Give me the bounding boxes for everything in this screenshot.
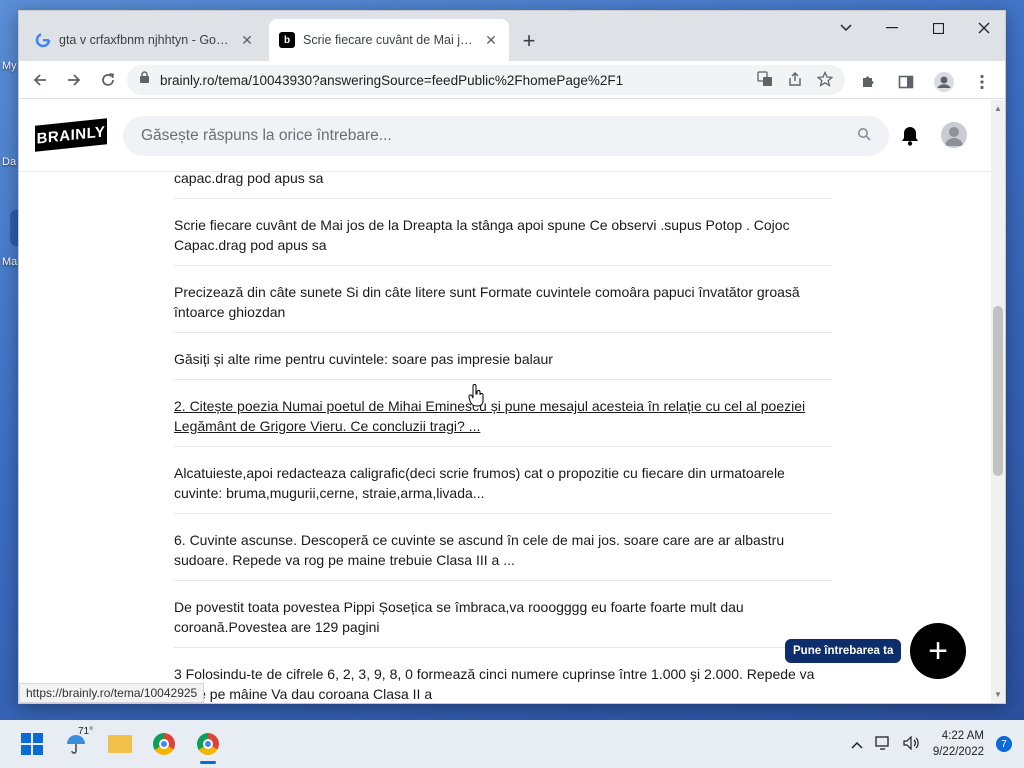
side-panel-icon[interactable] (889, 65, 923, 99)
tab-search-chevron-icon[interactable] (823, 15, 869, 41)
search-icon[interactable] (857, 127, 871, 146)
close-window-button[interactable] (961, 15, 1005, 41)
ask-question-label[interactable]: Pune întrebarea ta (785, 639, 902, 663)
desktop-icon-label-ma[interactable]: Ma (2, 256, 17, 268)
browser-toolbar: brainly.ro/tema/10043930?answeringSource… (19, 61, 1005, 99)
scroll-up-arrow-icon[interactable]: ▲ (994, 104, 1002, 113)
brainly-logo[interactable]: BRAINLY (35, 118, 107, 152)
volume-icon[interactable] (903, 735, 921, 753)
desktop-icon-label-my[interactable]: My (2, 60, 17, 72)
chrome-app-icon[interactable] (148, 728, 180, 760)
google-g-icon (35, 32, 51, 48)
clock[interactable]: 4:22 AM 9/22/2022 (933, 728, 984, 760)
brainly-header: BRAINLY (19, 100, 991, 172)
share-icon[interactable] (787, 71, 803, 90)
active-app-indicator (200, 761, 216, 764)
tab-brainly[interactable]: b Scrie fiecare cuvânt de Mai jos de ✕ (269, 19, 509, 61)
forward-arrow-icon[interactable] (57, 63, 91, 97)
question-item[interactable]: Alcatuieste,apoi redacteaza caligrafic(d… (174, 447, 832, 514)
tab-google-search[interactable]: gta v crfaxfbnm njhhtyn - Google ✕ (25, 19, 265, 61)
search-bar[interactable] (123, 116, 889, 156)
scrollbar-thumb[interactable] (993, 306, 1003, 476)
ask-question-button[interactable]: + (910, 623, 966, 679)
reload-icon[interactable] (91, 63, 125, 97)
tab-title: Scrie fiecare cuvânt de Mai jos de (303, 33, 475, 47)
question-item[interactable]: 6. Cuvinte ascunse. Descoperă ce cuvinte… (174, 514, 832, 581)
maximize-button[interactable] (915, 15, 961, 41)
user-avatar[interactable] (941, 122, 967, 148)
system-tray: 4:22 AM 9/22/2022 7 (851, 720, 1012, 768)
clock-time: 4:22 AM (941, 730, 984, 742)
windows-taskbar: 71° 4:22 AM 9/22/2022 7 (0, 720, 1024, 768)
notification-count-badge[interactable]: 7 (996, 736, 1012, 752)
question-item[interactable]: Precizează din câte sunete Si din câte l… (174, 266, 832, 333)
desktop-icon-label-da[interactable]: Da (2, 156, 16, 168)
page-scrollbar[interactable]: ▲ ▼ (991, 100, 1005, 703)
brainly-page: BRAINLY capac.drag pod apus sa Scrie fie… (19, 100, 991, 703)
chrome-active-app-icon[interactable] (192, 728, 224, 760)
search-input[interactable] (141, 127, 857, 145)
url-text[interactable]: brainly.ro/tema/10043930?answeringSource… (160, 73, 747, 88)
close-tab-icon[interactable]: ✕ (239, 32, 255, 48)
question-item[interactable]: 3 Folosindu-te de cifrele 6, 2, 3, 9, 8,… (174, 648, 832, 703)
clock-date: 9/22/2022 (932, 746, 984, 758)
mouse-pointer-hand-icon (468, 384, 486, 414)
question-item[interactable]: De povestit toata povestea Pippi Șosețic… (174, 581, 832, 648)
new-tab-button[interactable]: + (515, 27, 543, 55)
extensions-puzzle-icon[interactable] (851, 65, 885, 99)
file-explorer-folder-icon[interactable] (104, 728, 136, 760)
question-item[interactable]: Scrie fiecare cuvânt de Mai jos de la Dr… (174, 199, 832, 266)
tab-title: gta v crfaxfbnm njhhtyn - Google (59, 33, 231, 47)
menu-kebab-icon[interactable] (965, 65, 999, 99)
minimize-button[interactable] (869, 15, 915, 41)
back-arrow-icon[interactable] (23, 63, 57, 97)
status-bar-url: https://brainly.ro/tema/10042925 (19, 683, 205, 703)
translate-icon[interactable] (757, 70, 773, 90)
address-bar[interactable]: brainly.ro/tema/10043930?answeringSource… (127, 65, 845, 95)
browser-window: gta v crfaxfbnm njhhtyn - Google ✕ b Scr… (18, 10, 1006, 704)
profile-avatar-icon[interactable] (927, 65, 961, 99)
tab-strip: gta v crfaxfbnm njhhtyn - Google ✕ b Scr… (19, 11, 1005, 61)
question-item-hovered[interactable]: 2. Citește poezia Numai poetul de Mihai … (174, 380, 832, 447)
related-questions-list: capac.drag pod apus sa Scrie fiecare cuv… (174, 158, 832, 703)
question-item[interactable]: Găsiți și alte rime pentru cuvintele: so… (174, 333, 832, 380)
network-icon[interactable] (875, 735, 891, 753)
bookmark-star-icon[interactable] (816, 70, 834, 90)
close-tab-icon[interactable]: ✕ (483, 32, 499, 48)
notification-bell-icon[interactable] (901, 126, 919, 146)
start-windows-icon[interactable] (16, 728, 48, 760)
lock-icon[interactable] (139, 71, 150, 89)
weather-temperature: 71° (78, 726, 94, 737)
show-hidden-icons-chevron-icon[interactable] (851, 737, 863, 752)
brainly-b-icon: b (279, 32, 295, 48)
scroll-down-arrow-icon[interactable]: ▼ (994, 690, 1002, 699)
